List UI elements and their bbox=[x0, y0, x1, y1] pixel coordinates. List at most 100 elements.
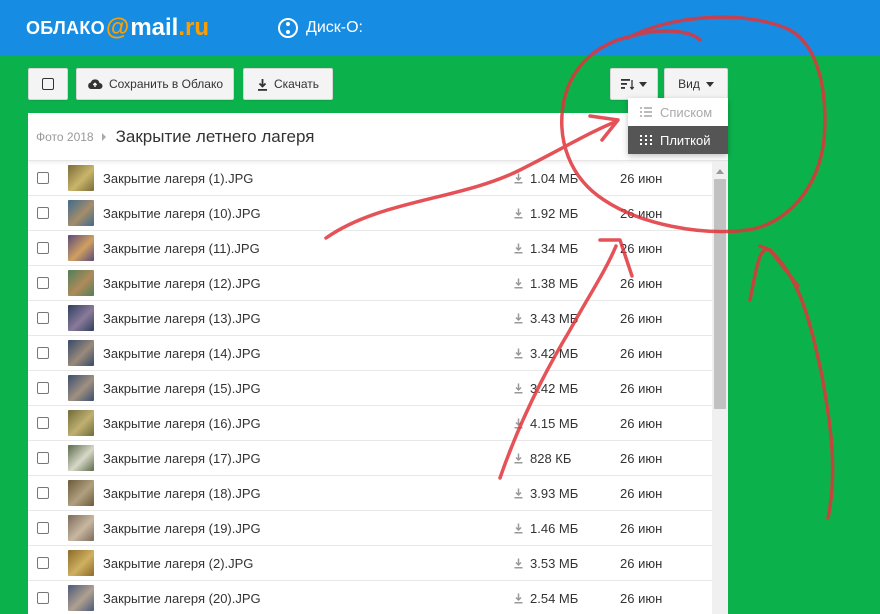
sort-button[interactable] bbox=[610, 68, 658, 100]
file-thumbnail[interactable] bbox=[68, 270, 94, 296]
file-row-checkbox[interactable] bbox=[37, 207, 49, 219]
sort-icon bbox=[621, 79, 635, 90]
save-to-cloud-label: Сохранить в Облако bbox=[108, 77, 224, 91]
disk-o-link[interactable]: Диск-О: bbox=[278, 18, 363, 38]
select-all-button[interactable] bbox=[28, 68, 68, 100]
download-icon[interactable] bbox=[514, 278, 523, 289]
file-row-checkbox[interactable] bbox=[37, 592, 49, 604]
file-name[interactable]: Закрытие лагеря (19).JPG bbox=[103, 521, 261, 536]
disk-o-icon bbox=[278, 18, 298, 38]
file-name[interactable]: Закрытие лагеря (2).JPG bbox=[103, 556, 253, 571]
file-name[interactable]: Закрытие лагеря (11).JPG bbox=[103, 241, 260, 256]
file-date: 26 июн bbox=[620, 275, 663, 291]
file-row[interactable]: Закрытие лагеря (14).JPG 3.42 МБ 26 июн bbox=[28, 336, 712, 371]
view-option-tiles-label: Плиткой bbox=[660, 132, 711, 148]
file-date: 26 июн bbox=[620, 520, 663, 536]
file-name[interactable]: Закрытие лагеря (16).JPG bbox=[103, 416, 261, 431]
file-thumbnail[interactable] bbox=[68, 585, 94, 611]
file-row-checkbox[interactable] bbox=[37, 277, 49, 289]
file-thumbnail[interactable] bbox=[68, 480, 94, 506]
file-row[interactable]: Закрытие лагеря (13).JPG 3.43 МБ 26 июн bbox=[28, 301, 712, 336]
file-size: 2.54 МБ bbox=[530, 590, 579, 606]
file-row[interactable]: Закрытие лагеря (20).JPG 2.54 МБ 26 июн bbox=[28, 581, 712, 614]
file-row[interactable]: Закрытие лагеря (15).JPG 3.42 МБ 26 июн bbox=[28, 371, 712, 406]
file-thumbnail[interactable] bbox=[68, 235, 94, 261]
file-row-checkbox[interactable] bbox=[37, 347, 49, 359]
file-row-checkbox[interactable] bbox=[37, 242, 49, 254]
file-row[interactable]: Закрытие лагеря (2).JPG 3.53 МБ 26 июн bbox=[28, 546, 712, 581]
file-name[interactable]: Закрытие лагеря (14).JPG bbox=[103, 346, 261, 361]
file-name[interactable]: Закрытие лагеря (1).JPG bbox=[103, 171, 253, 186]
file-thumbnail[interactable] bbox=[68, 550, 94, 576]
file-thumbnail[interactable] bbox=[68, 375, 94, 401]
file-name[interactable]: Закрытие лагеря (15).JPG bbox=[103, 381, 261, 396]
file-date: 26 июн bbox=[620, 590, 663, 606]
download-icon[interactable] bbox=[514, 313, 523, 324]
file-thumbnail[interactable] bbox=[68, 515, 94, 541]
file-row-checkbox[interactable] bbox=[37, 312, 49, 324]
file-thumbnail[interactable] bbox=[68, 445, 94, 471]
download-icon[interactable] bbox=[514, 383, 523, 394]
file-row-checkbox[interactable] bbox=[37, 522, 49, 534]
file-date: 26 июн bbox=[620, 485, 663, 501]
file-row[interactable]: Закрытие лагеря (11).JPG 1.34 МБ 26 июн bbox=[28, 231, 712, 266]
file-date: 26 июн bbox=[620, 345, 663, 361]
scroll-up-arrow-icon[interactable] bbox=[716, 169, 724, 174]
download-icon[interactable] bbox=[514, 348, 523, 359]
file-row[interactable]: Закрытие лагеря (1).JPG 1.04 МБ 26 июн bbox=[28, 161, 712, 196]
file-size: 3.93 МБ bbox=[530, 485, 579, 501]
file-row-checkbox[interactable] bbox=[37, 382, 49, 394]
file-name[interactable]: Закрытие лагеря (13).JPG bbox=[103, 311, 261, 326]
file-row[interactable]: Закрытие лагеря (16).JPG 4.15 МБ 26 июн bbox=[28, 406, 712, 441]
download-icon[interactable] bbox=[514, 243, 523, 254]
download-icon[interactable] bbox=[514, 593, 523, 604]
file-size: 1.46 МБ bbox=[530, 520, 579, 536]
file-name[interactable]: Закрытие лагеря (18).JPG bbox=[103, 486, 261, 501]
file-thumbnail[interactable] bbox=[68, 410, 94, 436]
file-row-checkbox[interactable] bbox=[37, 417, 49, 429]
chevron-down-icon bbox=[639, 81, 647, 87]
file-row[interactable]: Закрытие лагеря (18).JPG 3.93 МБ 26 июн bbox=[28, 476, 712, 511]
download-icon[interactable] bbox=[514, 173, 523, 184]
file-thumbnail[interactable] bbox=[68, 305, 94, 331]
file-row-checkbox[interactable] bbox=[37, 172, 49, 184]
file-name[interactable]: Закрытие лагеря (17).JPG bbox=[103, 451, 261, 466]
view-mode-button[interactable]: Вид bbox=[664, 68, 728, 100]
download-icon[interactable] bbox=[514, 418, 523, 429]
view-option-list[interactable]: Списком bbox=[628, 98, 728, 126]
file-row-checkbox[interactable] bbox=[37, 557, 49, 569]
view-option-list-label: Списком bbox=[660, 104, 713, 120]
file-row[interactable]: Закрытие лагеря (17).JPG 828 КБ 26 июн bbox=[28, 441, 712, 476]
file-name[interactable]: Закрытие лагеря (12).JPG bbox=[103, 276, 261, 291]
file-name[interactable]: Закрытие лагеря (10).JPG bbox=[103, 206, 261, 221]
file-row-checkbox[interactable] bbox=[37, 487, 49, 499]
file-size: 1.04 МБ bbox=[530, 170, 579, 186]
annotation-arrow-3 bbox=[748, 244, 835, 520]
view-option-tiles[interactable]: Плиткой bbox=[628, 126, 728, 154]
download-button[interactable]: Скачать bbox=[243, 68, 333, 100]
save-to-cloud-button[interactable]: Сохранить в Облако bbox=[76, 68, 234, 100]
file-thumbnail[interactable] bbox=[68, 340, 94, 366]
file-row[interactable]: Закрытие лагеря (10).JPG 1.92 МБ 26 июн bbox=[28, 196, 712, 231]
file-browser-panel: Фото 2018 Закрытие летнего лагеря Закрыт… bbox=[28, 113, 728, 614]
cloud-mail-logo[interactable]: ОБЛАКО @ mail .ru bbox=[26, 14, 209, 42]
logo-text-at: @ bbox=[105, 14, 130, 41]
disk-o-label: Диск-О: bbox=[306, 19, 363, 36]
file-thumbnail[interactable] bbox=[68, 200, 94, 226]
download-icon[interactable] bbox=[514, 558, 523, 569]
download-icon[interactable] bbox=[514, 488, 523, 499]
breadcrumb-parent-link[interactable]: Фото 2018 bbox=[36, 130, 94, 144]
file-row[interactable]: Закрытие лагеря (19).JPG 1.46 МБ 26 июн bbox=[28, 511, 712, 546]
file-thumbnail[interactable] bbox=[68, 165, 94, 191]
file-size: 1.38 МБ bbox=[530, 275, 579, 291]
file-row-checkbox[interactable] bbox=[37, 452, 49, 464]
file-size: 4.15 МБ bbox=[530, 415, 579, 431]
scrollbar[interactable] bbox=[712, 161, 728, 614]
file-row[interactable]: Закрытие лагеря (12).JPG 1.38 МБ 26 июн bbox=[28, 266, 712, 301]
file-name[interactable]: Закрытие лагеря (20).JPG bbox=[103, 591, 261, 606]
download-icon[interactable] bbox=[514, 523, 523, 534]
scrollbar-thumb[interactable] bbox=[714, 179, 726, 409]
download-icon[interactable] bbox=[514, 208, 523, 219]
chevron-down-icon bbox=[705, 81, 714, 87]
download-icon[interactable] bbox=[514, 453, 523, 464]
